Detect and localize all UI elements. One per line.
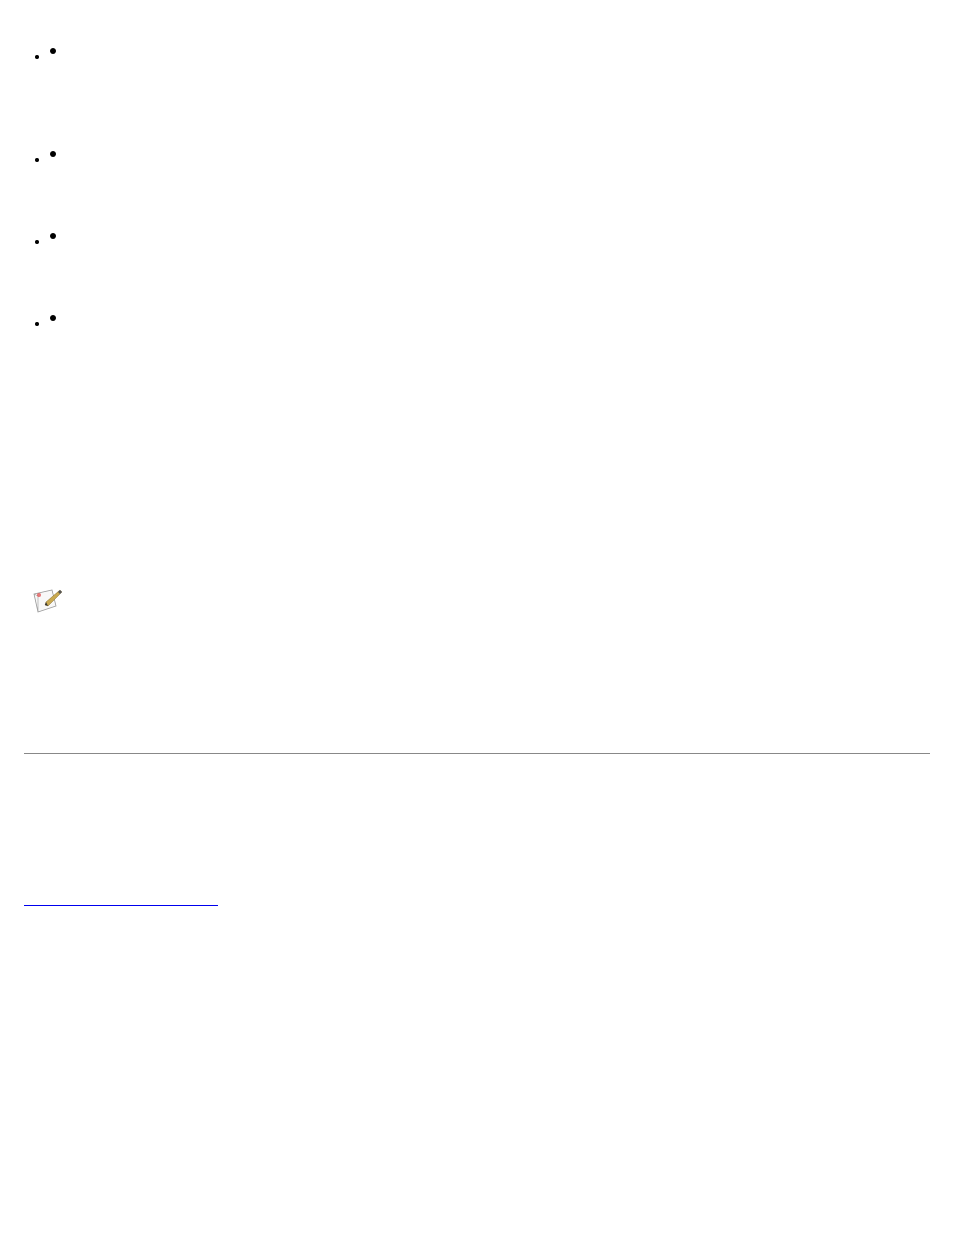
list-item xyxy=(50,151,56,157)
list-item xyxy=(50,48,56,54)
section-divider xyxy=(24,753,930,754)
link[interactable] xyxy=(24,905,218,906)
edit-note-icon[interactable] xyxy=(32,588,64,616)
list-item xyxy=(50,315,56,321)
bullet-list xyxy=(50,48,56,418)
list-item xyxy=(50,233,56,239)
